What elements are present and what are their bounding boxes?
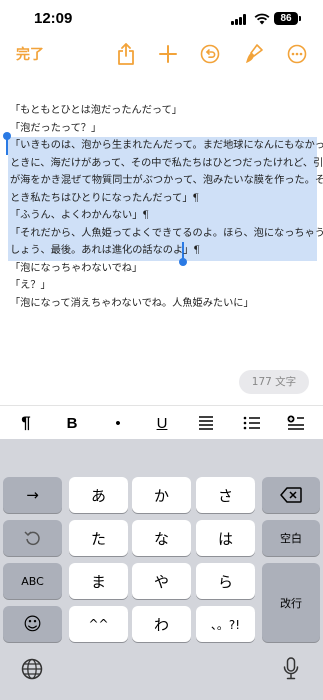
undo-icon[interactable] bbox=[197, 41, 223, 67]
text-line: しょう、最後。あれは進化の話なのよ」¶ bbox=[10, 245, 200, 256]
list-icon[interactable] bbox=[240, 412, 264, 434]
delete-key[interactable] bbox=[262, 477, 320, 513]
document-body[interactable]: 「もともとひとは泡だったんだって」 「泡だったって？」 「いきものは、泡から生ま… bbox=[10, 102, 323, 312]
word-count-badge[interactable]: 177 文字 bbox=[239, 370, 309, 394]
paintbrush-icon[interactable] bbox=[241, 41, 267, 67]
key-punctuation[interactable]: 、。?! bbox=[196, 606, 255, 642]
status-time: 12:09 bbox=[34, 10, 73, 27]
cellular-signal-icon bbox=[231, 14, 249, 25]
key-ra[interactable]: ら bbox=[196, 563, 255, 599]
more-icon[interactable] bbox=[284, 41, 310, 67]
share-icon[interactable] bbox=[113, 41, 139, 67]
undo-key[interactable] bbox=[3, 520, 62, 556]
key-dakuten[interactable]: ^^ bbox=[69, 606, 128, 642]
editor-toolbar: 完了 bbox=[0, 38, 323, 70]
wifi-icon bbox=[254, 13, 270, 25]
space-key[interactable]: 空白 bbox=[262, 520, 320, 556]
text-line: 「泡になっちゃわないでね」 bbox=[10, 262, 143, 274]
text-line: 「もともとひとは泡だったんだって」 bbox=[10, 105, 182, 116]
text-line: 「いきものは、泡から生まれたんだって。まだ地球になんにもなかった bbox=[10, 140, 323, 151]
text-line: とき私たちはひとりになったんだって」¶ bbox=[10, 192, 200, 204]
emoji-key[interactable]: ☺ bbox=[3, 606, 62, 642]
plus-icon[interactable] bbox=[155, 41, 181, 67]
text-line: が海をかき混ぜて物質同士がぶつかって、泡みたいな膜を作った。その bbox=[10, 175, 323, 186]
globe-icon[interactable] bbox=[21, 658, 43, 680]
bullet-button[interactable]: • bbox=[106, 412, 130, 434]
key-ka[interactable]: か bbox=[132, 477, 191, 513]
delete-icon bbox=[280, 487, 302, 503]
text-line: 「それだから、人魚姫ってよくできてるのよ。ほら、泡になっちゃうで bbox=[10, 227, 323, 239]
return-key[interactable]: 改行 bbox=[262, 563, 320, 642]
undo-arrow-icon bbox=[23, 531, 40, 546]
key-wa[interactable]: わ bbox=[132, 606, 191, 642]
text-line: ときに、海だけがあって、その中で私たちはひとつだったけれど、引力 bbox=[10, 157, 323, 169]
key-arrow[interactable]: → bbox=[3, 477, 62, 513]
key-a[interactable]: あ bbox=[69, 477, 128, 513]
key-na[interactable]: な bbox=[132, 520, 191, 556]
key-ha[interactable]: は bbox=[196, 520, 255, 556]
align-icon[interactable] bbox=[194, 412, 218, 434]
done-button[interactable]: 完了 bbox=[16, 44, 44, 64]
key-sa[interactable]: さ bbox=[196, 477, 255, 513]
text-line: 「え？」 bbox=[10, 280, 51, 291]
key-ta[interactable]: た bbox=[69, 520, 128, 556]
underline-button[interactable]: U bbox=[150, 412, 174, 434]
bold-button[interactable]: B bbox=[60, 412, 84, 434]
format-bar: ¶ B • U bbox=[0, 405, 323, 439]
paragraph-style-button[interactable]: ¶ bbox=[14, 412, 38, 434]
text-line: 「ふうん、よくわかんない」¶ bbox=[10, 210, 149, 221]
text-line: 「泡だったって？」 bbox=[10, 122, 102, 134]
abc-key[interactable]: ABC bbox=[3, 563, 62, 599]
key-ya[interactable]: や bbox=[132, 563, 191, 599]
status-bar: 12:09 86 bbox=[0, 0, 323, 40]
key-ma[interactable]: ま bbox=[69, 563, 128, 599]
text-line: 「泡になって消えちゃわないでね。人魚姫みたいに」 bbox=[10, 297, 254, 309]
battery-indicator: 86 bbox=[274, 12, 301, 25]
insert-icon[interactable] bbox=[284, 412, 308, 434]
microphone-icon[interactable] bbox=[283, 657, 299, 681]
